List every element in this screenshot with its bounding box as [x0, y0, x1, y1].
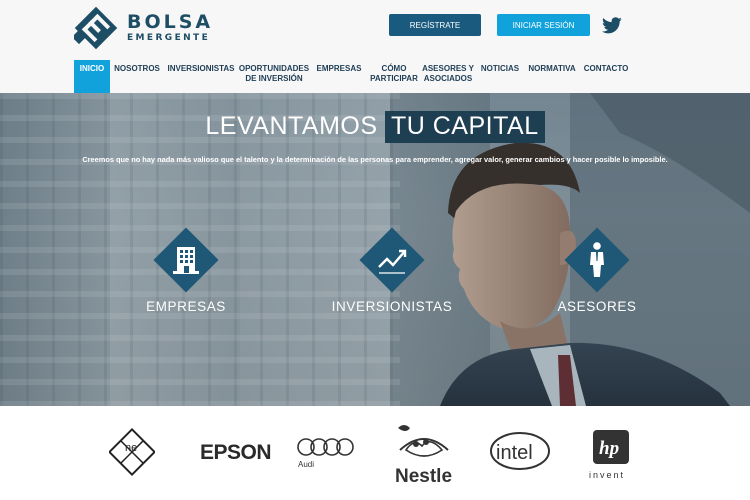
logo-line1: BOLSA: [127, 11, 214, 33]
nexo-logo-icon: ne: [107, 427, 157, 477]
nav-item-oportunidades[interactable]: OPORTUNIDADES DE INVERSIÓN: [238, 60, 310, 93]
audi-rings-icon: Audi: [297, 438, 354, 469]
svg-text:invent: invent: [589, 470, 625, 480]
register-button[interactable]: REGÍSTRATE: [389, 14, 481, 36]
feature-label: INVERSIONISTAS: [331, 299, 453, 314]
main-nav: INICIO NOSOTROS INVERSIONISTAS OPORTUNID…: [74, 60, 632, 93]
partner-logo-epson[interactable]: EPSON: [200, 441, 272, 465]
svg-text:hp: hp: [599, 438, 619, 459]
svg-text:Audi: Audi: [298, 460, 314, 469]
partner-logo-intel[interactable]: intel: [488, 428, 552, 479]
svg-text:ne: ne: [125, 442, 137, 454]
bolsa-emergente-logo[interactable]: BOLSA EMERGENTE: [74, 6, 213, 50]
person-icon: [590, 242, 604, 277]
partner-logo-hp[interactable]: hp invent: [585, 426, 643, 487]
nav-item-empresas[interactable]: EMPRESAS: [310, 60, 368, 93]
hero-headline: LEVANTAMOS TU CAPITAL: [0, 111, 750, 143]
nav-item-inversionistas[interactable]: INVERSIONISTAS: [164, 60, 238, 93]
feature-empresas[interactable]: EMPRESAS: [106, 225, 266, 314]
building-icon: [173, 247, 199, 274]
nav-item-asesores[interactable]: ASESORES Y ASOCIADOS: [420, 60, 476, 93]
chart-line-icon: [378, 249, 407, 274]
partner-logo-nestle[interactable]: Nestle: [392, 420, 456, 491]
feature-label: ASESORES: [557, 299, 637, 314]
nestle-nest-icon: Nestle: [395, 425, 452, 487]
logo-line2: EMERGENTE: [127, 33, 211, 43]
feature-inversionistas[interactable]: INVERSIONISTAS: [312, 225, 472, 314]
login-button[interactable]: INICIAR SESIÓN: [497, 14, 590, 36]
partner-logo-audi[interactable]: Audi: [296, 436, 356, 475]
intel-logo-icon: intel: [490, 432, 550, 470]
partner-logos: ne EPSON Audi Nestle intel hp invent: [0, 406, 750, 500]
nav-item-contacto[interactable]: CONTACTO: [580, 60, 632, 93]
hp-logo-icon: hp invent: [589, 430, 629, 480]
feature-label: EMPRESAS: [146, 299, 226, 314]
nav-item-normativa[interactable]: NORMATIVA: [524, 60, 580, 93]
feature-asesores[interactable]: ASESORES: [517, 225, 677, 314]
hero-banner: LEVANTAMOS TU CAPITAL Creemos que no hay…: [0, 93, 750, 406]
nav-item-como-participar[interactable]: CÓMO PARTICIPAR: [368, 60, 420, 93]
svg-text:intel: intel: [496, 442, 533, 464]
nav-item-nosotros[interactable]: NOSOTROS: [110, 60, 164, 93]
nav-item-noticias[interactable]: NOTICIAS: [476, 60, 524, 93]
partner-logo-nexo[interactable]: ne: [107, 423, 157, 486]
hero-tagline: Creemos que no hay nada más valioso que …: [82, 155, 668, 164]
nav-item-inicio[interactable]: INICIO: [74, 60, 110, 93]
headline-highlight: TU CAPITAL: [384, 111, 545, 143]
logo-mark-icon: [74, 6, 118, 50]
twitter-icon[interactable]: [602, 17, 622, 34]
site-header: BOLSA EMERGENTE REGÍSTRATE INICIAR SESIÓ…: [0, 0, 750, 93]
svg-text:Nestle: Nestle: [395, 466, 452, 486]
